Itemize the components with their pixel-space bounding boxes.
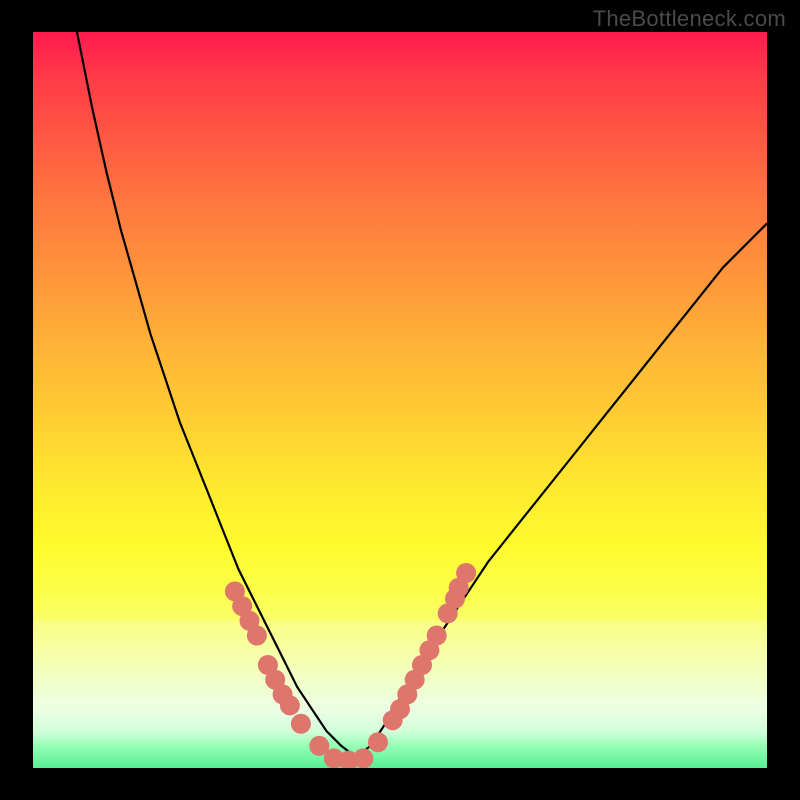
marker-dot <box>247 626 267 646</box>
plot-area <box>33 32 767 768</box>
chart-svg <box>33 32 767 768</box>
acceptable-band-1 <box>33 621 767 695</box>
marker-dot <box>456 563 476 583</box>
marker-dot <box>368 732 388 752</box>
watermark-text: TheBottleneck.com <box>593 6 786 32</box>
marker-dot <box>353 748 373 768</box>
chart-frame: TheBottleneck.com <box>0 0 800 800</box>
marker-dot <box>427 626 447 646</box>
marker-dot <box>280 695 300 715</box>
marker-dot <box>291 714 311 734</box>
